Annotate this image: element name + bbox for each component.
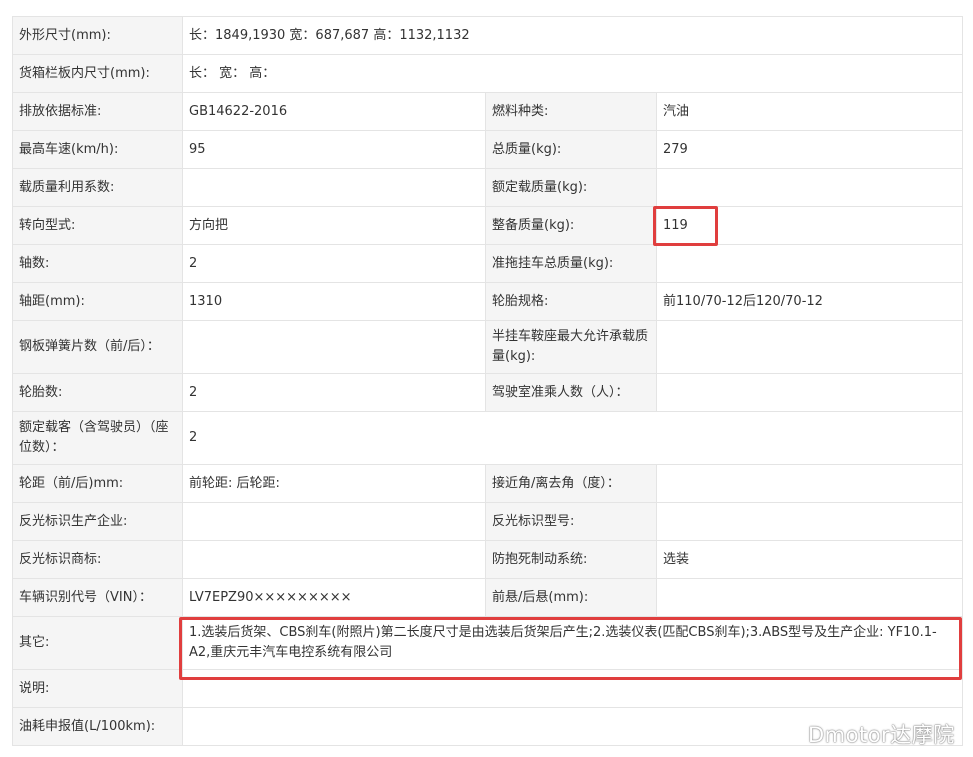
table-row: 外形尺寸(mm): 长：1849,1930 宽：687,687 高：1132,1…	[12, 16, 963, 55]
value-wheelbase: 1310	[182, 282, 486, 321]
value-track-width: 前轮距: 后轮距:	[182, 464, 486, 503]
value-leaf-springs	[182, 320, 486, 374]
value-cab-passengers	[656, 373, 963, 412]
value-cargo-box-size: 长： 宽： 高：	[182, 54, 963, 93]
value-overhang	[656, 578, 963, 617]
label-abs: 防抱死制动系统:	[485, 540, 657, 579]
table-row: 最高车速(km/h): 95 总质量(kg): 279	[12, 130, 963, 169]
label-reflector-maker: 反光标识生产企业:	[12, 502, 183, 541]
table-row: 轴距(mm): 1310 轮胎规格: 前110/70-12后120/70-12	[12, 282, 963, 321]
label-overhang: 前悬/后悬(mm):	[485, 578, 657, 617]
page: { "rows": [ {"l1": "外形尺寸(mm):", "v1": "长…	[0, 0, 973, 757]
value-total-mass: 279	[656, 130, 963, 169]
value-curb-weight: 119	[656, 206, 963, 245]
table-row: 额定载客（含驾驶员）（座位数）： 2	[12, 411, 963, 465]
label-notes: 说明:	[12, 669, 183, 708]
table-row: 反光标识生产企业: 反光标识型号:	[12, 502, 963, 541]
label-steering-type: 转向型式:	[12, 206, 183, 245]
value-other: 1.选装后货架、CBS刹车(附照片)第二长度尺寸是由选装后货架后产生;2.选装仪…	[182, 616, 963, 670]
table-row: 货箱栏板内尺寸(mm): 长： 宽： 高：	[12, 54, 963, 93]
label-cargo-box-size: 货箱栏板内尺寸(mm):	[12, 54, 183, 93]
value-approach-departure	[656, 464, 963, 503]
table-row: 钢板弹簧片数（前/后）： 半挂车鞍座最大允许承载质量(kg):	[12, 320, 963, 374]
label-total-mass: 总质量(kg):	[485, 130, 657, 169]
value-tire-spec: 前110/70-12后120/70-12	[656, 282, 963, 321]
label-reflector-model: 反光标识型号:	[485, 502, 657, 541]
label-cab-passengers: 驾驶室准乘人数（人）：	[485, 373, 657, 412]
label-axle-count: 轴数:	[12, 244, 183, 283]
table-row: 轴数: 2 准拖挂车总质量(kg):	[12, 244, 963, 283]
value-tire-count: 2	[182, 373, 486, 412]
label-track-width: 轮距（前/后)mm:	[12, 464, 183, 503]
label-saddle-load: 半挂车鞍座最大允许承载质量(kg):	[485, 320, 657, 374]
value-load-factor	[182, 168, 486, 207]
label-rated-load: 额定载质量(kg):	[485, 168, 657, 207]
value-vin: LV7EPZ90×××××××××	[182, 578, 486, 617]
value-abs: 选装	[656, 540, 963, 579]
value-steering-type: 方向把	[182, 206, 486, 245]
label-reflector-brand: 反光标识商标:	[12, 540, 183, 579]
value-trailer-mass	[656, 244, 963, 283]
table-row: 载质量利用系数: 额定载质量(kg):	[12, 168, 963, 207]
label-rated-passengers: 额定载客（含驾驶员）（座位数）：	[12, 411, 183, 465]
value-axle-count: 2	[182, 244, 486, 283]
label-load-factor: 载质量利用系数:	[12, 168, 183, 207]
value-dimensions: 长：1849,1930 宽：687,687 高：1132,1132	[182, 16, 963, 55]
value-reflector-brand	[182, 540, 486, 579]
table-row: 轮胎数: 2 驾驶室准乘人数（人）：	[12, 373, 963, 412]
value-rated-passengers: 2	[182, 411, 963, 465]
value-rated-load	[656, 168, 963, 207]
value-saddle-load	[656, 320, 963, 374]
table-row: 反光标识商标: 防抱死制动系统: 选装	[12, 540, 963, 579]
label-vin: 车辆识别代号（VIN）：	[12, 578, 183, 617]
label-curb-weight: 整备质量(kg):	[485, 206, 657, 245]
label-trailer-mass: 准拖挂车总质量(kg):	[485, 244, 657, 283]
label-other: 其它:	[12, 616, 183, 670]
label-dimensions: 外形尺寸(mm):	[12, 16, 183, 55]
value-notes	[182, 669, 963, 708]
value-emission-standard: GB14622-2016	[182, 92, 486, 131]
label-wheelbase: 轴距(mm):	[12, 282, 183, 321]
label-tire-spec: 轮胎规格:	[485, 282, 657, 321]
table-row: 说明:	[12, 669, 963, 708]
label-approach-departure: 接近角/离去角（度）：	[485, 464, 657, 503]
value-max-speed: 95	[182, 130, 486, 169]
table-row: 其它: 1.选装后货架、CBS刹车(附照片)第二长度尺寸是由选装后货架后产生;2…	[12, 616, 963, 670]
table-row: 车辆识别代号（VIN）： LV7EPZ90××××××××× 前悬/后悬(mm)…	[12, 578, 963, 617]
table-row: 转向型式: 方向把 整备质量(kg): 119	[12, 206, 963, 245]
table-row: 轮距（前/后)mm: 前轮距: 后轮距: 接近角/离去角（度）：	[12, 464, 963, 503]
table-row: 排放依据标准: GB14622-2016 燃料种类: 汽油	[12, 92, 963, 131]
label-max-speed: 最高车速(km/h):	[12, 130, 183, 169]
watermark-logo: Dmotor达摩院	[808, 723, 955, 747]
value-fuel-type: 汽油	[656, 92, 963, 131]
label-leaf-springs: 钢板弹簧片数（前/后）：	[12, 320, 183, 374]
value-reflector-maker	[182, 502, 486, 541]
label-tire-count: 轮胎数:	[12, 373, 183, 412]
spec-table: 外形尺寸(mm): 长：1849,1930 宽：687,687 高：1132,1…	[12, 16, 963, 746]
label-fuel-consumption: 油耗申报值(L/100km):	[12, 707, 183, 746]
label-emission-standard: 排放依据标准:	[12, 92, 183, 131]
label-fuel-type: 燃料种类:	[485, 92, 657, 131]
value-reflector-model	[656, 502, 963, 541]
